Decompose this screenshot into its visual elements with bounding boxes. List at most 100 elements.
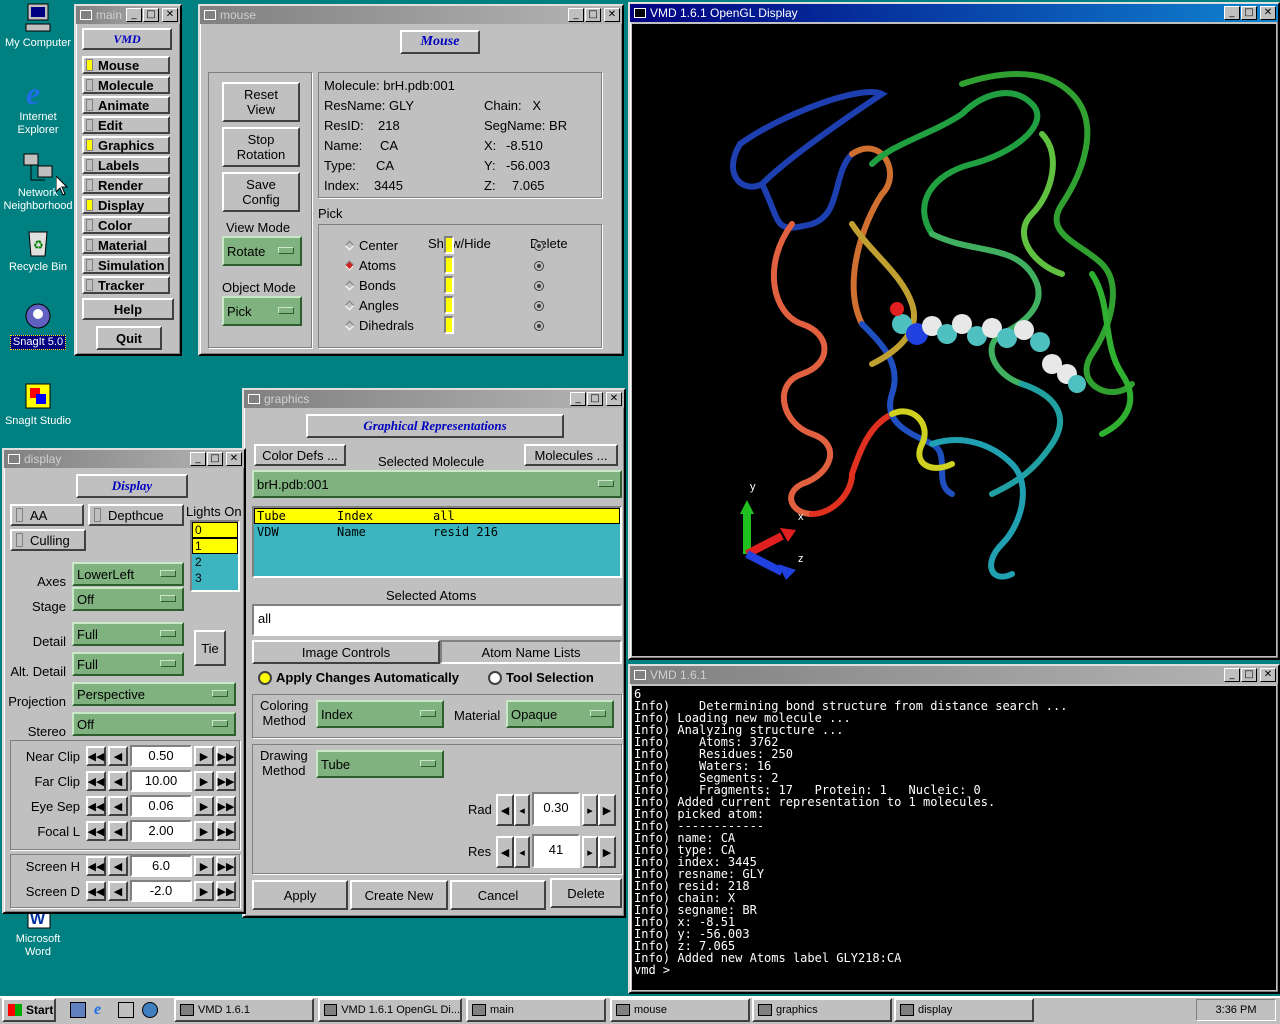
help-button[interactable]: Help xyxy=(82,298,174,320)
molecule-viewport[interactable]: y x z xyxy=(632,24,1276,656)
screen-h-fast-decrement-button[interactable]: ◀◀ xyxy=(86,856,106,876)
console-output[interactable]: 6 Info) Determining bond structure from d… xyxy=(632,686,1276,990)
res-fast-decrement-button[interactable]: ◀ xyxy=(496,836,514,868)
near-clip-fast-increment-button[interactable]: ▶▶ xyxy=(216,746,236,766)
far-clip-decrement-button[interactable]: ◀ xyxy=(108,771,128,791)
create-new-button[interactable]: Create New xyxy=(350,880,448,910)
main-item-labels[interactable]: Labels xyxy=(82,156,170,174)
maximize-button[interactable]: □ xyxy=(143,8,159,22)
detail-menu[interactable]: Full xyxy=(72,622,184,646)
far-clip-fast-increment-button[interactable]: ▶▶ xyxy=(216,771,236,791)
graphical-reps-header-button[interactable]: Graphical Representations xyxy=(306,414,564,438)
show-hide-toggle[interactable] xyxy=(444,296,454,314)
close-button[interactable]: ✕ xyxy=(162,8,178,22)
res-value-field[interactable]: 41 xyxy=(532,834,580,868)
rad-fast-decrement-button[interactable]: ◀ xyxy=(496,794,514,826)
window-menu-icon[interactable] xyxy=(80,10,92,20)
pick-option-bonds[interactable]: Bonds xyxy=(344,278,396,293)
focal-fast-increment-button[interactable]: ▶▶ xyxy=(216,821,236,841)
console-titlebar[interactable]: VMD 1.6.1 _ □ ✕ xyxy=(630,666,1278,684)
eye-sep-increment-button[interactable]: ▶ xyxy=(194,796,214,816)
mouse-titlebar[interactable]: mouse _ □ ✕ xyxy=(200,6,622,24)
object-mode-menu[interactable]: Pick xyxy=(222,296,302,326)
main-item-molecule[interactable]: Molecule xyxy=(82,76,170,94)
near-clip-fast-decrement-button[interactable]: ◀◀ xyxy=(86,746,106,766)
show-hide-toggle[interactable] xyxy=(444,256,454,274)
main-item-render[interactable]: Render xyxy=(82,176,170,194)
vmd-header-button[interactable]: VMD xyxy=(82,28,172,50)
apply-auto-radio[interactable] xyxy=(258,671,272,685)
delete-radio[interactable] xyxy=(534,241,544,251)
rad-value-field[interactable]: 0.30 xyxy=(532,792,580,826)
display-header-button[interactable]: Display xyxy=(76,474,188,498)
depthcue-toggle[interactable]: Depthcue xyxy=(88,504,184,526)
pick-option-atoms[interactable]: Atoms xyxy=(344,258,396,273)
main-item-color[interactable]: Color xyxy=(82,216,170,234)
window-menu-icon[interactable] xyxy=(204,10,216,20)
near-clip-value-field[interactable]: 0.50 xyxy=(130,745,192,767)
taskbar-task[interactable]: main xyxy=(466,998,606,1022)
pick-option-angles[interactable]: Angles xyxy=(344,298,399,313)
delete-radio[interactable] xyxy=(534,281,544,291)
stage-menu[interactable]: Off xyxy=(72,587,184,611)
far-clip-fast-decrement-button[interactable]: ◀◀ xyxy=(86,771,106,791)
view-mode-menu[interactable]: Rotate xyxy=(222,236,302,266)
eye-sep-fast-increment-button[interactable]: ▶▶ xyxy=(216,796,236,816)
coloring-method-menu[interactable]: Index xyxy=(316,700,444,728)
minimize-button[interactable]: _ xyxy=(568,8,584,22)
close-button[interactable]: ✕ xyxy=(1260,668,1276,682)
stereo-menu[interactable]: Off xyxy=(72,712,236,736)
rep-row[interactable]: VDW Name resid 216 xyxy=(254,524,620,540)
desktop-icon-recycle-bin[interactable]: ♻ Recycle Bin xyxy=(0,226,76,274)
screen-h-fast-increment-button[interactable]: ▶▶ xyxy=(216,856,236,876)
close-button[interactable]: ✕ xyxy=(604,8,620,22)
quicklaunch-outlook-icon[interactable] xyxy=(142,1002,158,1018)
main-item-display[interactable]: Display xyxy=(82,196,170,214)
reset-view-button[interactable]: Reset View xyxy=(222,82,300,122)
save-config-button[interactable]: Save Config xyxy=(222,172,300,212)
projection-menu[interactable]: Perspective xyxy=(72,682,236,706)
graphics-titlebar[interactable]: graphics _ □ ✕ xyxy=(244,390,624,408)
tool-selection-radio[interactable] xyxy=(488,671,502,685)
close-button[interactable]: ✕ xyxy=(1260,6,1276,20)
taskbar-task[interactable]: display xyxy=(894,998,1034,1022)
res-fast-increment-button[interactable]: ▶ xyxy=(598,836,616,868)
opengl-titlebar[interactable]: VMD 1.6.1 OpenGL Display _ □ ✕ xyxy=(630,4,1278,22)
focal-fast-decrement-button[interactable]: ◀◀ xyxy=(86,821,106,841)
tab-atom-name-lists[interactable]: Atom Name Lists xyxy=(440,640,622,664)
screen-d-increment-button[interactable]: ▶ xyxy=(194,881,214,901)
selected-atoms-input[interactable]: all xyxy=(252,604,622,636)
desktop-icon-snagit-studio[interactable]: SnagIt Studio xyxy=(0,380,76,428)
screen-d-value-field[interactable]: -2.0 xyxy=(130,880,192,902)
main-item-graphics[interactable]: Graphics xyxy=(82,136,170,154)
focal-increment-button[interactable]: ▶ xyxy=(194,821,214,841)
window-menu-icon[interactable] xyxy=(634,8,646,18)
window-menu-icon[interactable] xyxy=(248,394,260,404)
desktop-icon-internet-explorer[interactable]: e Internet Explorer xyxy=(0,75,76,137)
delete-button[interactable]: Delete xyxy=(550,878,622,908)
main-item-tracker[interactable]: Tracker xyxy=(82,276,170,294)
lights-list[interactable]: 0123 xyxy=(190,520,240,592)
rad-increment-button[interactable]: ▸ xyxy=(582,794,598,826)
main-item-animate[interactable]: Animate xyxy=(82,96,170,114)
culling-toggle[interactable]: Culling xyxy=(10,529,86,551)
aa-toggle[interactable]: AA xyxy=(10,504,84,526)
window-menu-icon[interactable] xyxy=(634,670,646,680)
far-clip-value-field[interactable]: 10.00 xyxy=(130,770,192,792)
color-defs-button[interactable]: Color Defs ... xyxy=(254,444,346,466)
minimize-button[interactable]: _ xyxy=(190,452,206,466)
pick-option-center[interactable]: Center xyxy=(344,238,398,253)
eye-sep-fast-decrement-button[interactable]: ◀◀ xyxy=(86,796,106,816)
eye-sep-decrement-button[interactable]: ◀ xyxy=(108,796,128,816)
taskbar-task[interactable]: mouse xyxy=(610,998,750,1022)
taskbar-task[interactable]: VMD 1.6.1 xyxy=(174,998,314,1022)
mouse-header-button[interactable]: Mouse xyxy=(400,30,480,54)
screen-d-fast-decrement-button[interactable]: ◀◀ xyxy=(86,881,106,901)
window-menu-icon[interactable] xyxy=(8,454,20,464)
taskbar-task[interactable]: graphics xyxy=(752,998,892,1022)
res-increment-button[interactable]: ▸ xyxy=(582,836,598,868)
tab-image-controls[interactable]: Image Controls xyxy=(252,640,440,664)
light-item[interactable]: 0 xyxy=(192,522,238,538)
light-item[interactable]: 2 xyxy=(192,554,238,570)
material-menu[interactable]: Opaque xyxy=(506,700,614,728)
